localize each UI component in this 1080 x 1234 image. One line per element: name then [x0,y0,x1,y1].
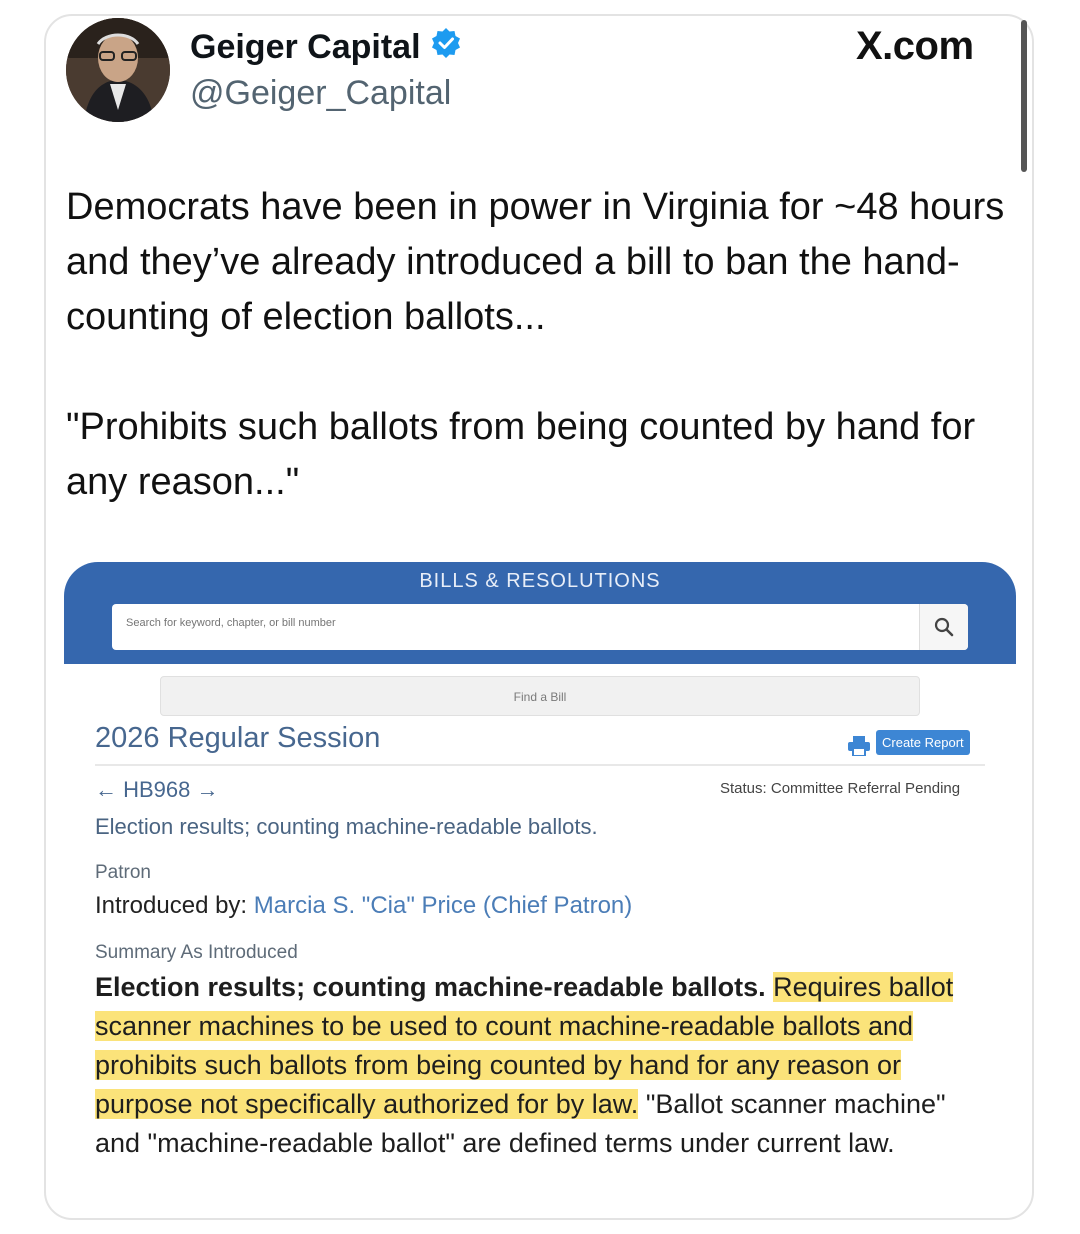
author-name[interactable]: Geiger Capital [190,28,421,67]
arrow-left-icon[interactable]: ← [95,777,117,802]
bill-title: Election results; counting machine-reada… [95,814,598,839]
arrow-right-icon[interactable]: → [197,777,219,802]
tweet-text: Democrats have been in power in Virginia… [66,180,1016,510]
tweet-paragraph-1: Democrats have been in power in Virginia… [66,186,1005,338]
avatar[interactable] [66,18,170,122]
bill-summary: Election results; counting machine-reada… [95,968,985,1163]
scrollbar[interactable] [1021,20,1027,172]
introduced-by: Introduced by: Marcia S. "Cia" Price (Ch… [95,892,632,920]
divider [95,764,985,766]
find-bill-button[interactable]: Find a Bill [160,676,920,716]
introduced-by-label: Introduced by: [95,892,248,919]
summary-bold: Election results; counting machine-reada… [95,972,766,1002]
patron-link[interactable]: Marcia S. "Cia" Price (Chief Patron) [254,892,632,919]
bill-screenshot: BILLS & RESOLUTIONS Find a Bill 2026 Reg… [64,562,1016,1202]
bill-search [112,604,968,650]
patron-label: Patron [95,862,151,883]
tweet-paragraph-2: "Prohibits such ballots from being count… [66,406,976,503]
site-label: X.com [856,24,974,68]
create-report-button[interactable]: Create Report [876,730,970,755]
search-input[interactable] [124,616,908,630]
search-button[interactable] [919,604,968,650]
banner-title: BILLS & RESOLUTIONS [419,570,661,592]
bills-banner: BILLS & RESOLUTIONS [64,562,1016,664]
author-handle[interactable]: @Geiger_Capital [190,74,451,113]
verified-badge-icon [431,28,461,67]
search-icon [934,617,954,637]
session-title: 2026 Regular Session [95,722,381,754]
printer-icon[interactable] [848,736,870,756]
bill-number[interactable]: HB968 [123,777,190,802]
bill-status: Status: Committee Referral Pending [720,780,961,797]
author-name-row[interactable]: Geiger Capital [190,28,461,67]
summary-label: Summary As Introduced [95,942,298,963]
bill-navigation: ← HB968 → [95,777,219,803]
